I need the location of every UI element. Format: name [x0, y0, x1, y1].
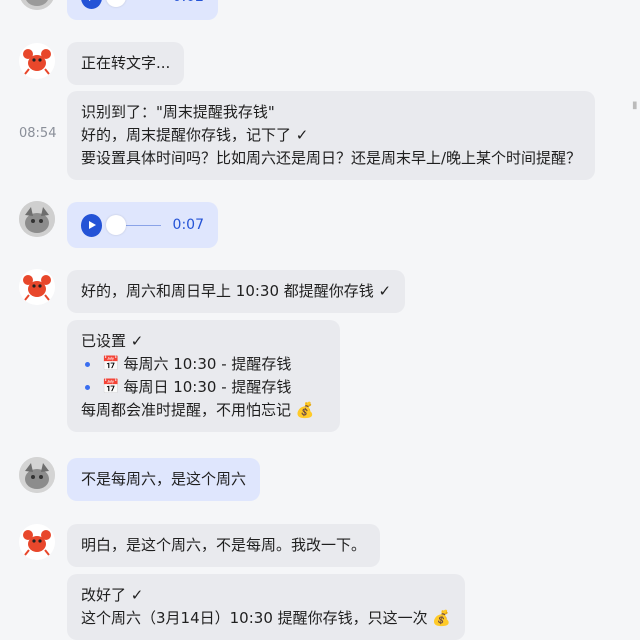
- voice-duration: 0:07: [172, 216, 204, 233]
- message-text: 好的，周六和周日早上 10:30 都提醒你存钱 ✓: [81, 282, 392, 300]
- chat-window: 0:02 正在转文字... 08:54 识别到了："周末提醒我存钱" 好的，周末…: [0, 0, 640, 640]
- assistant-avatar[interactable]: [19, 43, 55, 79]
- message-text: 明白，是这个周六，不是每周。我改一下。: [81, 536, 367, 554]
- user-avatar[interactable]: [19, 0, 55, 10]
- message-title: 已设置 ✓: [81, 332, 144, 350]
- message-reminder-set: 已设置 ✓ 📅 每周六 10:30 - 提醒存钱 📅 每周日 10:30 - 提…: [67, 320, 340, 432]
- voice-progress[interactable]: [106, 0, 160, 9]
- calendar-icon: 📅: [102, 379, 120, 395]
- calendar-icon: 📅: [102, 356, 120, 372]
- list-item: 📅 每周六 10:30 - 提醒存钱: [81, 353, 326, 376]
- list-item: 📅 每周日 10:30 - 提醒存钱: [81, 376, 326, 399]
- message-line: 这个周六（3月14日）10:30 提醒你存钱，只这一次 💰: [81, 609, 452, 627]
- message-confirm: 好的，周六和周日早上 10:30 都提醒你存钱 ✓: [67, 270, 406, 313]
- message-done: 改好了 ✓ 这个周六（3月14日）10:30 提醒你存钱，只这一次 💰: [67, 574, 466, 640]
- voice-message-top[interactable]: 0:02: [67, 0, 218, 20]
- user-avatar[interactable]: [19, 457, 55, 493]
- message-transcribing: 正在转文字...: [67, 42, 185, 85]
- message-line: 改好了 ✓: [81, 586, 144, 604]
- message-recognized: 识别到了："周末提醒我存钱" 好的，周末提醒你存钱，记下了 ✓ 要设置具体时间吗…: [67, 91, 596, 180]
- voice-message[interactable]: 0:07: [67, 202, 218, 248]
- play-icon[interactable]: [81, 213, 103, 237]
- voice-progress[interactable]: [106, 214, 161, 237]
- message-user-correction: 不是每周六，是这个周六: [67, 458, 261, 501]
- voice-duration: 0:02: [173, 0, 204, 9]
- message-understand: 明白，是这个周六，不是每周。我改一下。: [67, 524, 381, 567]
- play-icon[interactable]: [81, 0, 103, 9]
- message-line: 要设置具体时间吗？比如周六还是周日？还是周末早上/晚上某个时间提醒？: [81, 149, 582, 167]
- message-line: 识别到了："周末提醒我存钱": [81, 103, 275, 121]
- message-timestamp: 08:54: [19, 126, 57, 141]
- message-text: 正在转文字...: [81, 54, 171, 72]
- list-item-text: 每周六 10:30 - 提醒存钱: [123, 355, 292, 373]
- user-avatar[interactable]: [19, 201, 55, 237]
- assistant-avatar[interactable]: [19, 524, 55, 560]
- message-footer: 每周都会准时提醒，不用怕忘记 💰: [81, 401, 315, 419]
- like-icon[interactable]: ▮: [632, 100, 640, 114]
- list-item-text: 每周日 10:30 - 提醒存钱: [123, 378, 292, 396]
- bullet-icon: [85, 362, 90, 367]
- message-line: 好的，周末提醒你存钱，记下了 ✓: [81, 126, 309, 144]
- message-text: 不是每周六，是这个周六: [81, 470, 247, 488]
- bullet-icon: [85, 385, 90, 390]
- assistant-avatar[interactable]: [19, 269, 55, 305]
